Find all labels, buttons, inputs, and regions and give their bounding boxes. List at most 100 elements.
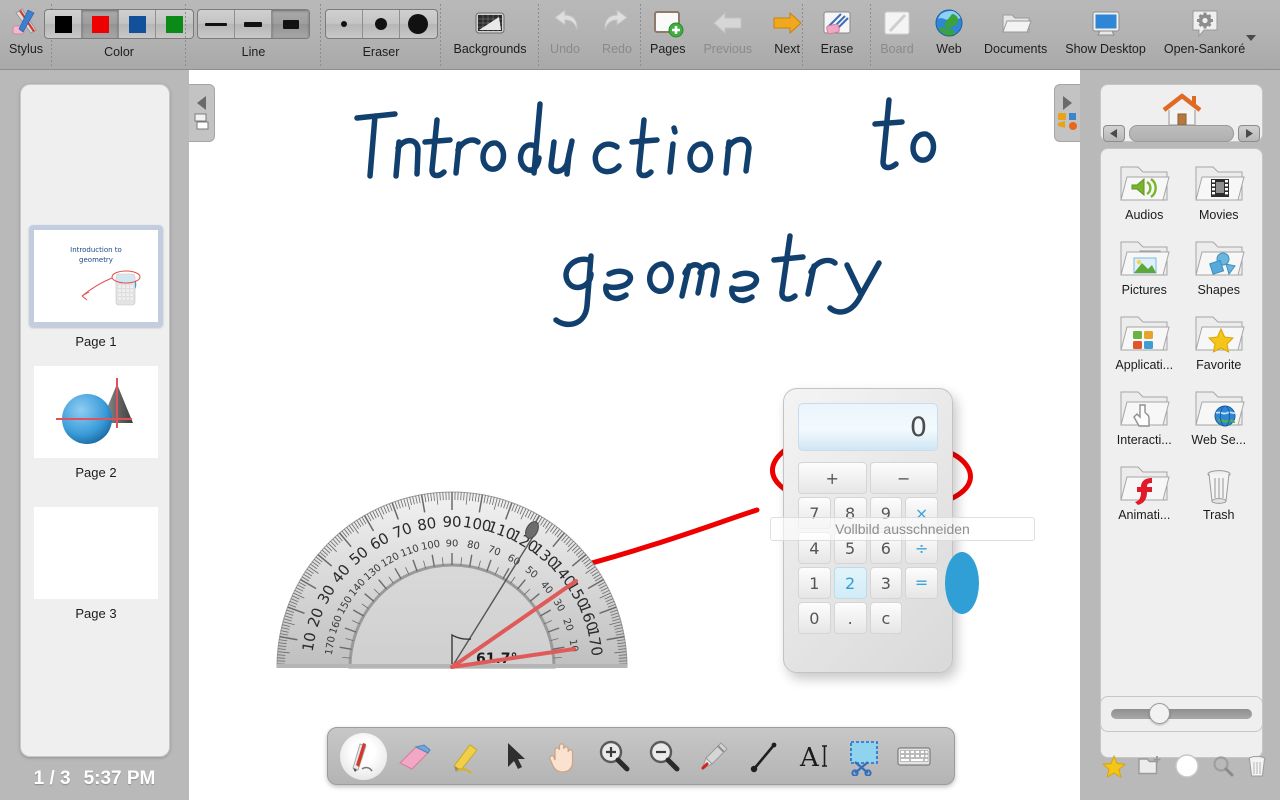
library-slider-track[interactable] (1111, 703, 1252, 724)
search-icon[interactable] (1212, 755, 1234, 777)
tool-pen[interactable] (340, 732, 387, 780)
calc-key-minus[interactable]: − (869, 462, 938, 494)
animations-folder-icon (1120, 466, 1170, 505)
tool-selector[interactable] (490, 733, 537, 780)
calc-key-0[interactable]: 0 (798, 602, 831, 634)
next-label: Next (774, 42, 800, 56)
redo-button[interactable]: Redo (591, 6, 643, 56)
calc-key-clear[interactable]: c (869, 602, 903, 634)
library-item-label: Trash (1203, 508, 1235, 522)
board-canvas[interactable]: 10 20 30 40 50 60 70 80 90 100 110 120 130 140 150 160 1… (189, 70, 1080, 800)
color-swatch-blue[interactable] (119, 10, 156, 38)
marker-icon (452, 744, 478, 774)
tool-hand[interactable] (540, 733, 587, 780)
line-width-medium[interactable] (235, 10, 272, 38)
color-swatch-black[interactable] (45, 10, 82, 38)
color-swatch-red[interactable] (82, 10, 119, 38)
tool-laser-pointer[interactable] (690, 733, 737, 780)
zoom-out-icon (649, 740, 679, 772)
page-thumbnail-2[interactable]: Page 2 (34, 366, 158, 480)
chevron-right-icon (1063, 95, 1072, 110)
library-scrollbar[interactable] (1103, 122, 1260, 144)
library-item-favorite[interactable]: Favorite (1182, 311, 1257, 372)
line-width-thick[interactable] (272, 10, 309, 38)
library-item-label: Shapes (1197, 283, 1240, 297)
library-item-label: Web Se... (1191, 433, 1247, 447)
documents-button[interactable]: Documents (975, 6, 1056, 56)
library-scroll-right-button[interactable] (1238, 124, 1260, 142)
new-folder-icon[interactable] (1138, 755, 1162, 777)
library-item-shapes[interactable]: Shapes (1182, 236, 1257, 297)
library-item-applications[interactable]: Applicati... (1107, 311, 1182, 372)
erase-board-icon (823, 11, 851, 35)
page-1-selection-frame: Introduction to geometry (29, 225, 163, 327)
web-button[interactable]: Web (923, 6, 975, 56)
library-item-audios[interactable]: Audios (1107, 161, 1182, 222)
tool-text[interactable]: A (790, 733, 837, 780)
pages-sidebar: Introduction to geometry Page 1 Page 2 P… (0, 70, 189, 800)
stylus-icon (12, 8, 37, 35)
library-item-label: Animati... (1118, 508, 1171, 522)
protractor-angle-arms (450, 579, 578, 669)
fullscreen-crop-button[interactable]: Vollbild ausschneiden (770, 517, 1035, 541)
tool-palette: A (327, 727, 955, 785)
tool-eraser[interactable] (390, 733, 437, 780)
open-sankore-button[interactable]: Open-Sankoré (1155, 6, 1247, 56)
calc-key-3[interactable]: 3 (869, 567, 903, 599)
library-slider-knob[interactable] (1149, 703, 1171, 724)
toolbar-overflow-button[interactable] (1243, 30, 1259, 49)
library-mini-icon (1057, 112, 1077, 130)
backgrounds-button[interactable]: Backgrounds (445, 6, 536, 56)
show-desktop-button[interactable]: Show Desktop (1056, 6, 1155, 56)
tool-line[interactable] (740, 733, 787, 780)
zoom-in-icon (599, 740, 629, 772)
tool-keyboard[interactable] (890, 733, 937, 780)
left-panel-collapse-tab[interactable] (189, 84, 215, 142)
documents-label: Documents (984, 42, 1048, 56)
board-label: Board (880, 42, 914, 56)
eraser-size-large[interactable] (400, 10, 437, 38)
library-scroll-track[interactable] (1129, 124, 1234, 142)
page-thumbnail-1[interactable]: Introduction to geometry Page 1 (29, 225, 163, 349)
right-panel-collapse-tab[interactable] (1054, 84, 1080, 142)
audios-folder-icon (1120, 166, 1170, 201)
library-zoom-slider[interactable] (1100, 696, 1263, 732)
erase-button[interactable]: Erase (811, 6, 863, 56)
library-item-animations[interactable]: Animati... (1107, 461, 1182, 522)
eraser-size-medium[interactable] (363, 10, 400, 38)
tool-marker[interactable] (440, 733, 487, 780)
calc-key-2[interactable]: 2 (833, 567, 867, 599)
tool-zoom-out[interactable] (640, 733, 687, 780)
page-thumbnail-3[interactable]: Page 3 (34, 507, 158, 621)
calc-key-plus[interactable]: + (798, 462, 867, 494)
library-item-trash[interactable]: Trash (1182, 461, 1257, 522)
calc-key-equals[interactable]: = (905, 567, 938, 599)
capture-scissors-icon (849, 741, 878, 776)
library-item-interactive[interactable]: Interacti... (1107, 386, 1182, 447)
line-width-thin[interactable] (198, 10, 235, 38)
svg-text:geometry: geometry (79, 256, 113, 264)
pages-button[interactable]: Pages (641, 6, 694, 56)
library-item-pictures[interactable]: Pictures (1107, 236, 1182, 297)
page-2-preview-art (56, 378, 133, 444)
protractor-widget[interactable]: 10 20 30 40 50 60 70 80 90 100 110 120 130 140 150 160 1… (274, 485, 630, 670)
page-counter: 1 / 3 (33, 768, 71, 789)
eraser-size-small[interactable] (326, 10, 363, 38)
calc-key-1[interactable]: 1 (798, 567, 831, 599)
calc-key-dot[interactable]: . (833, 602, 867, 634)
library-scroll-left-button[interactable] (1103, 124, 1125, 142)
line-label: Line (241, 45, 266, 59)
tool-zoom-in[interactable] (590, 733, 637, 780)
circle-icon[interactable] (1174, 753, 1200, 779)
undo-button[interactable]: Undo (539, 6, 591, 56)
favorite-star-icon[interactable] (1102, 754, 1126, 778)
library-item-web-search[interactable]: Web Se... (1182, 386, 1257, 447)
color-swatch-row (44, 9, 194, 39)
board-button[interactable]: Board (871, 6, 923, 56)
tool-capture[interactable] (840, 733, 887, 780)
page-thumbnail-list: Introduction to geometry Page 1 Page 2 P… (20, 84, 170, 757)
library-item-movies[interactable]: Movies (1182, 161, 1257, 222)
calculator-side-knob[interactable] (945, 552, 979, 614)
trash-icon[interactable] (1246, 754, 1268, 778)
previous-button[interactable]: Previous (694, 6, 761, 56)
